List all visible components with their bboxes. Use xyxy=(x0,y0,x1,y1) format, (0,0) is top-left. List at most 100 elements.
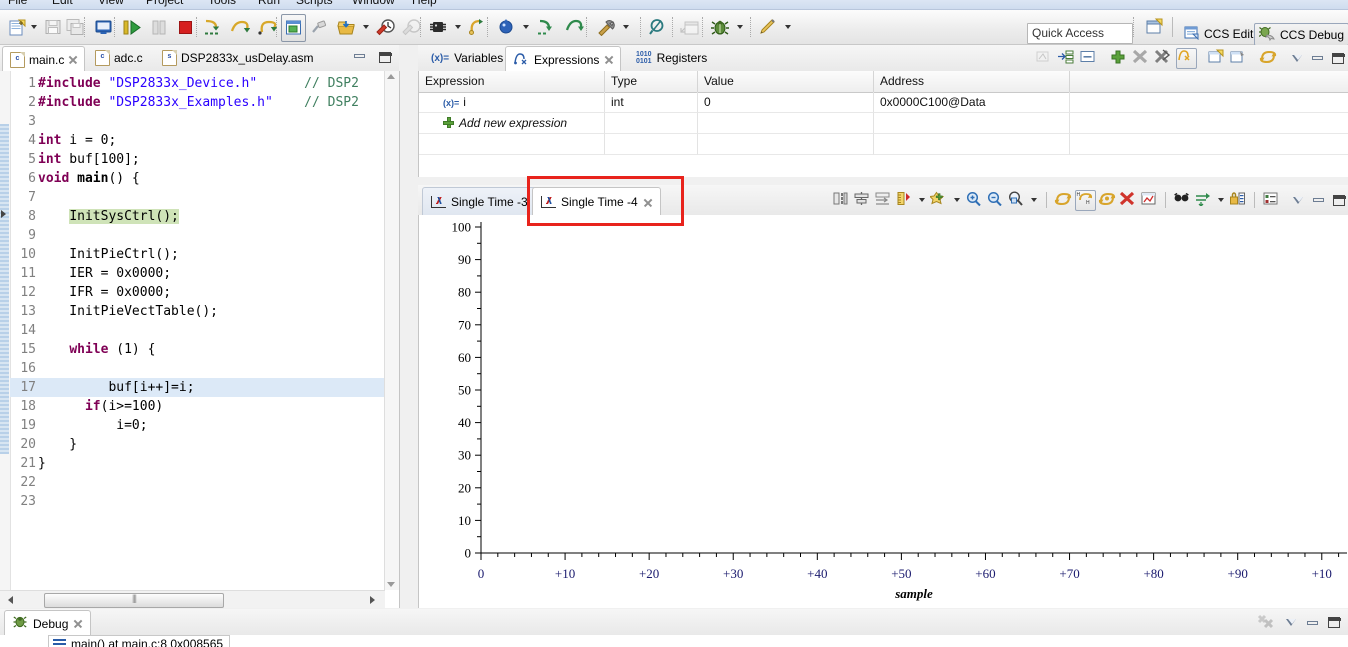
tab-single-time-3[interactable]: Single Time -3 xyxy=(422,187,537,216)
step-data-icon[interactable] xyxy=(1194,191,1213,210)
code-line[interactable]: 7 xyxy=(10,188,385,207)
column-header-blank[interactable] xyxy=(1070,71,1348,92)
save-icon[interactable] xyxy=(42,14,64,40)
zoom-out-icon[interactable] xyxy=(986,191,1005,210)
editor-tab-main-c[interactable]: c main.c xyxy=(2,46,86,73)
menu-item-run[interactable]: Run xyxy=(258,0,280,7)
resume-icon[interactable] xyxy=(120,14,144,40)
graph-plot-area[interactable]: 0 10 20 30 40 50 60 70 80 90 100 0 +10 +20 +30 +40 +50 +6… xyxy=(418,215,1348,608)
code-line[interactable]: 8 InitSysCtrl(); xyxy=(1,207,385,226)
code-lines[interactable]: 1 #include "DSP2833x_Device.h" // DSP2 2 #i… xyxy=(1,74,385,511)
table-row[interactable]: Add new expression xyxy=(419,113,1348,134)
line-text[interactable]: int i = 0; xyxy=(38,131,116,150)
code-line[interactable]: 6 void main() { xyxy=(10,169,385,188)
code-line[interactable]: 5 int buf[100]; xyxy=(10,150,385,169)
column-header-value[interactable]: Value xyxy=(698,71,874,92)
debug-stack-area[interactable]: main() at main.c:8 0x008565 xyxy=(0,635,1348,647)
debug-bug-icon[interactable] xyxy=(708,14,732,40)
line-text[interactable]: #include "DSP2833x_Examples.h" // DSP2 xyxy=(38,93,359,112)
new-icon[interactable] xyxy=(6,14,28,40)
save-all-icon[interactable] xyxy=(64,14,86,40)
line-text[interactable]: IFR = 0x0000; xyxy=(38,283,171,302)
code-line[interactable]: 10 InitPieCtrl(); xyxy=(10,245,385,264)
line-text[interactable]: InitSysCtrl(); xyxy=(38,207,179,226)
disassembly-icon[interactable] xyxy=(281,14,306,42)
close-icon[interactable] xyxy=(643,198,652,207)
line-text[interactable]: IER = 0x0000; xyxy=(38,264,171,283)
disconnect-icon[interactable] xyxy=(1257,613,1276,632)
debug-launch-icon[interactable] xyxy=(494,14,518,40)
code-line[interactable]: 4 int i = 0; xyxy=(10,131,385,150)
build-dropdown-arrow[interactable] xyxy=(623,25,629,29)
maximize-icon[interactable] xyxy=(1333,194,1346,206)
line-text[interactable]: InitPieCtrl(); xyxy=(38,245,179,264)
new-dropdown-arrow[interactable] xyxy=(31,25,37,29)
line-text[interactable]: if(i>=100) xyxy=(38,397,163,416)
new-window-icon[interactable] xyxy=(678,14,702,40)
menu-item-help[interactable]: Help xyxy=(412,0,437,7)
step-forward-icon[interactable] xyxy=(562,14,586,40)
run-dropdown-arrow[interactable] xyxy=(785,25,791,29)
add-expression-icon[interactable] xyxy=(1110,49,1129,68)
measurement-dropdown-arrow[interactable] xyxy=(919,198,925,202)
line-text[interactable]: buf[i++]=i; xyxy=(38,378,194,397)
open-perspective-icon[interactable] xyxy=(1142,14,1166,40)
clock-disable-icon[interactable] xyxy=(374,14,398,40)
refresh-all-icon[interactable] xyxy=(1098,191,1117,210)
code-line[interactable]: 21} xyxy=(10,454,385,473)
maximize-icon[interactable] xyxy=(1332,52,1345,64)
load-program-icon[interactable] xyxy=(334,14,358,40)
legend-icon[interactable] xyxy=(1262,191,1281,210)
scroll-right-arrow-icon[interactable] xyxy=(370,596,375,604)
editor-horizontal-scrollbar[interactable] xyxy=(0,590,385,608)
view-menu-icon[interactable] xyxy=(1293,196,1304,204)
code-line[interactable]: 12 IFR = 0x0000; xyxy=(10,283,385,302)
continuous-refresh-icon[interactable]: HH xyxy=(1075,189,1096,211)
line-text[interactable]: while (1) { xyxy=(38,340,155,359)
tab-variables[interactable]: (x)= Variables xyxy=(424,45,510,71)
menu-item-scripts[interactable]: Scripts xyxy=(296,0,333,7)
view-menu-icon[interactable] xyxy=(1292,54,1303,62)
code-line[interactable]: 16 xyxy=(10,359,385,378)
tab-registers[interactable]: 1010 0101 Registers xyxy=(629,45,714,71)
editor-tab-usdelay-asm[interactable]: s DSP2833x_usDelay.asm xyxy=(155,45,321,71)
step-back-icon[interactable] xyxy=(534,14,558,40)
scroll-up-arrow-icon[interactable] xyxy=(387,74,395,79)
marker-dropdown-arrow[interactable] xyxy=(954,198,960,202)
step-dropdown-arrow[interactable] xyxy=(1218,198,1224,202)
code-line[interactable]: 14 xyxy=(10,321,385,340)
cell-value[interactable]: 0 xyxy=(698,92,874,113)
debug-bug-dropdown-arrow[interactable] xyxy=(737,25,743,29)
table-row[interactable]: (x)= i int 0 0x0000C100@Data xyxy=(419,92,1348,113)
expand-all-icon[interactable] xyxy=(1057,49,1076,68)
quick-access-input[interactable]: Quick Access xyxy=(1027,23,1133,44)
debug-stack-entry[interactable]: main() at main.c:8 0x008565 xyxy=(48,635,231,647)
code-line[interactable]: 9 xyxy=(10,226,385,245)
editor-tab-adc-c[interactable]: c adc.c xyxy=(88,45,150,71)
maximize-icon[interactable] xyxy=(1328,617,1341,628)
perspective-ccs-debug[interactable]: CCS Debug xyxy=(1254,23,1348,46)
menu-item-file[interactable]: File xyxy=(8,0,27,7)
graph-properties-icon[interactable] xyxy=(832,191,851,210)
tab-expressions[interactable]: Expressions xyxy=(505,46,622,73)
code-line[interactable]: 13 InitPieVectTable(); xyxy=(10,302,385,321)
minimize-icon[interactable] xyxy=(1313,198,1324,202)
editor-maximize-button[interactable] xyxy=(379,52,392,63)
align-icon[interactable] xyxy=(853,191,872,210)
menu-item-project[interactable]: Project xyxy=(146,0,183,7)
code-line[interactable]: 18 if(i>=100) xyxy=(10,397,385,416)
add-marker-icon[interactable] xyxy=(928,191,949,210)
zoom-fit-icon[interactable] xyxy=(1007,190,1026,210)
step-over-icon[interactable] xyxy=(227,14,251,40)
menu-item-window[interactable]: Window xyxy=(352,0,395,7)
cast-to-type-icon[interactable] xyxy=(1035,49,1054,68)
menu-item-edit[interactable]: Edit xyxy=(52,0,73,7)
minimize-icon[interactable] xyxy=(1312,56,1323,60)
graph-plot-svg[interactable]: 0 10 20 30 40 50 60 70 80 90 100 0 +10 +20 +30 +40 +50 +6… xyxy=(419,215,1348,608)
code-line[interactable]: 2 #include "DSP2833x_Examples.h" // DSP2 xyxy=(10,93,385,112)
remove-all-expressions-icon[interactable] xyxy=(1154,48,1173,68)
zoom-in-icon[interactable] xyxy=(965,191,984,210)
debug-dropdown-arrow[interactable] xyxy=(523,25,529,29)
code-editor[interactable]: 1 #include "DSP2833x_Device.h" // DSP2 2 #i… xyxy=(0,71,400,608)
close-icon[interactable] xyxy=(68,55,77,64)
